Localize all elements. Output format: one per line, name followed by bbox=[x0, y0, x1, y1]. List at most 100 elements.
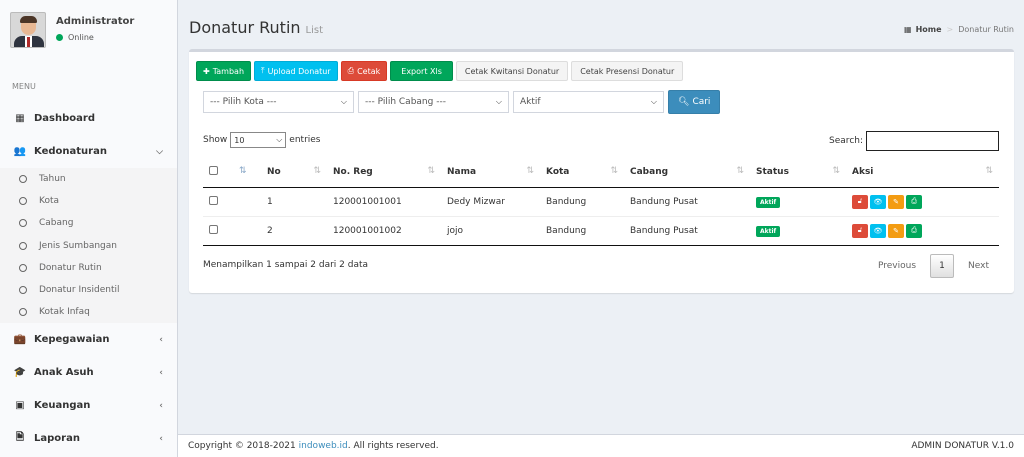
circle-icon bbox=[19, 175, 27, 184]
cabang-select[interactable]: --- Pilih Cabang --- ⌵ bbox=[358, 91, 509, 113]
cell-cabang: Bandung Pusat bbox=[624, 216, 750, 246]
header-noreg[interactable]: No. Reg ⇅ bbox=[327, 157, 441, 188]
sidebar-item-kepegawaian[interactable]: 💼 Kepegawaian ‹ bbox=[0, 323, 177, 356]
upload-icon: ⤒ bbox=[261, 66, 265, 75]
unlock-icon[interactable]: 🔓︎ bbox=[852, 223, 868, 238]
pagination: Previous 1 Next bbox=[868, 254, 999, 278]
briefcase-icon: 💼 bbox=[13, 334, 27, 346]
eye-icon[interactable]: 👁︎ bbox=[870, 194, 886, 209]
edit-icon[interactable]: ✎ bbox=[888, 223, 904, 238]
avatar bbox=[10, 12, 46, 48]
circle-icon bbox=[19, 241, 27, 250]
breadcrumb: ▦ Home > Donatur Rutin bbox=[904, 25, 1014, 34]
header-status[interactable]: Status ⇅ bbox=[750, 157, 846, 188]
submenu-item-cabang[interactable]: Cabang bbox=[0, 212, 177, 234]
entries-select[interactable]: 10 ⌵ bbox=[230, 132, 287, 148]
chevron-down-icon: ⌵ bbox=[650, 97, 657, 106]
export-xls-button[interactable]: Export Xls bbox=[390, 61, 453, 81]
status-select[interactable]: Aktif ⌵ bbox=[513, 91, 664, 113]
header-cabang[interactable]: Cabang ⇅ bbox=[624, 157, 750, 188]
sort-icon: ⇅ bbox=[610, 166, 618, 176]
sidebar-item-laporan[interactable]: 🗎 Laporan ‹ bbox=[0, 422, 177, 455]
checkbox-icon bbox=[209, 165, 218, 175]
content-header: Donatur Rutin List ▦ Home > Donatur Rutin bbox=[189, 18, 1014, 48]
kota-select[interactable]: --- Pilih Kota --- ⌵ bbox=[203, 91, 354, 113]
circle-icon bbox=[19, 286, 27, 295]
breadcrumb-current: Donatur Rutin bbox=[958, 25, 1014, 34]
file-icon: 🗎 bbox=[15, 432, 25, 444]
user-name: Administrator bbox=[56, 16, 135, 27]
header-aksi[interactable]: Aksi ⇅ bbox=[846, 157, 999, 188]
chevron-down-icon: ⌵ bbox=[340, 97, 347, 106]
header-kota[interactable]: Kota ⇅ bbox=[540, 157, 624, 188]
kedonaturan-submenu: Tahun Kota Cabang Jenis Sumbangan Donatu… bbox=[0, 168, 177, 324]
sidebar-item-keuangan[interactable]: ▣ Keuangan ‹ bbox=[0, 389, 177, 422]
sidebar: Administrator Online MENU ▦ Dashboard 👥 … bbox=[0, 0, 178, 457]
indoweb-link[interactable]: indoweb.id bbox=[299, 441, 348, 451]
previous-button[interactable]: Previous bbox=[868, 254, 926, 278]
table-row: 2 120001001002 jojo Bandung Bandung Pusa… bbox=[203, 216, 999, 246]
tambah-button[interactable]: ✚ Tambah bbox=[196, 61, 252, 81]
page-subtitle: List bbox=[305, 25, 324, 36]
sidebar-item-dashboard[interactable]: ▦ Dashboard bbox=[0, 102, 177, 135]
sort-icon: ⇅ bbox=[526, 166, 534, 176]
submenu-item-donatur-insidentil[interactable]: Donatur Insidentil bbox=[0, 279, 177, 301]
users-icon: 👥 bbox=[13, 146, 27, 157]
row-checkbox[interactable] bbox=[209, 224, 218, 234]
submenu-item-kotak-infaq[interactable]: Kotak Infaq bbox=[0, 301, 177, 323]
table-info: Menampilkan 1 sampai 2 dari 2 data bbox=[203, 260, 369, 270]
edit-icon[interactable]: ✎ bbox=[888, 194, 904, 209]
app-version: ADMIN DONATUR V.1.0 bbox=[911, 441, 1014, 451]
cell-noreg: 120001001001 bbox=[327, 187, 441, 217]
chevron-down-icon: ⌵ bbox=[495, 97, 502, 106]
cell-no: 2 bbox=[261, 216, 327, 246]
submenu-item-kota[interactable]: Kota bbox=[0, 190, 177, 212]
sort-icon: ⇅ bbox=[239, 166, 247, 176]
submenu-item-jenis-sumbangan[interactable]: Jenis Sumbangan bbox=[0, 235, 177, 257]
cetak-kwitansi-button[interactable]: Cetak Kwitansi Donatur bbox=[455, 61, 569, 81]
status-badge: Aktif bbox=[756, 225, 781, 237]
sidebar-item-anak-asuh[interactable]: 🎓 Anak Asuh ‹ bbox=[0, 356, 177, 389]
breadcrumb-home[interactable]: Home bbox=[916, 25, 942, 34]
grid-icon: ▦ bbox=[904, 25, 912, 34]
header-checkbox[interactable] bbox=[203, 157, 235, 188]
sort-icon: ⇅ bbox=[427, 166, 435, 176]
user-status: Online bbox=[56, 33, 134, 42]
cari-button[interactable]: 🔍︎ Cari bbox=[668, 90, 721, 114]
submenu-item-tahun[interactable]: Tahun bbox=[0, 168, 177, 190]
next-button[interactable]: Next bbox=[958, 254, 999, 278]
toolbar: ✚ Tambah ⤒ Upload Donatur ⎙ Cetak Export Xl… bbox=[196, 61, 686, 81]
header-nama[interactable]: Nama ⇅ bbox=[441, 157, 540, 188]
sidebar-item-kedonaturan[interactable]: 👥 Kedonaturan ⌵ bbox=[0, 135, 177, 168]
cell-kota: Bandung bbox=[540, 216, 624, 246]
search-icon: 🔍︎ bbox=[678, 97, 690, 107]
copyright: Copyright © 2018-2021 indoweb.id. All ri… bbox=[188, 441, 439, 451]
cetak-presensi-button[interactable]: Cetak Presensi Donatur bbox=[571, 61, 684, 81]
search-input[interactable] bbox=[866, 131, 999, 151]
circle-icon bbox=[19, 197, 27, 206]
eye-icon[interactable]: 👁︎ bbox=[870, 223, 886, 238]
header-sort-default[interactable]: ⇅ bbox=[235, 157, 261, 188]
unlock-icon[interactable]: 🔓︎ bbox=[852, 194, 868, 209]
user-panel: Administrator Online bbox=[0, 0, 177, 58]
header-no[interactable]: No ⇅ bbox=[261, 157, 327, 188]
chevron-left-icon: ‹ bbox=[159, 433, 163, 444]
money-icon: ▣ bbox=[15, 400, 25, 412]
cetak-button[interactable]: ⎙ Cetak bbox=[340, 61, 388, 81]
menu-header: MENU bbox=[12, 82, 36, 91]
chevron-down-icon: ⌵ bbox=[276, 135, 283, 144]
page-1-button[interactable]: 1 bbox=[930, 254, 955, 278]
cell-kota: Bandung bbox=[540, 187, 624, 217]
filter-row: --- Pilih Kota --- ⌵ --- Pilih Cabang ---… bbox=[203, 90, 721, 114]
submenu-item-donatur-rutin[interactable]: Donatur Rutin bbox=[0, 257, 177, 279]
status-badge: Aktif bbox=[756, 196, 781, 208]
row-checkbox[interactable] bbox=[209, 195, 218, 205]
cell-cabang: Bandung Pusat bbox=[624, 187, 750, 217]
page-title: Donatur Rutin List bbox=[189, 18, 324, 37]
print-icon[interactable]: ⎙ bbox=[906, 194, 922, 209]
plus-icon: ✚ bbox=[203, 66, 210, 76]
print-icon[interactable]: ⎙ bbox=[906, 223, 922, 238]
grid-icon: ▦ bbox=[15, 113, 25, 124]
footer: Copyright © 2018-2021 indoweb.id. All ri… bbox=[178, 434, 1024, 457]
upload-donatur-button[interactable]: ⤒ Upload Donatur bbox=[254, 61, 338, 81]
